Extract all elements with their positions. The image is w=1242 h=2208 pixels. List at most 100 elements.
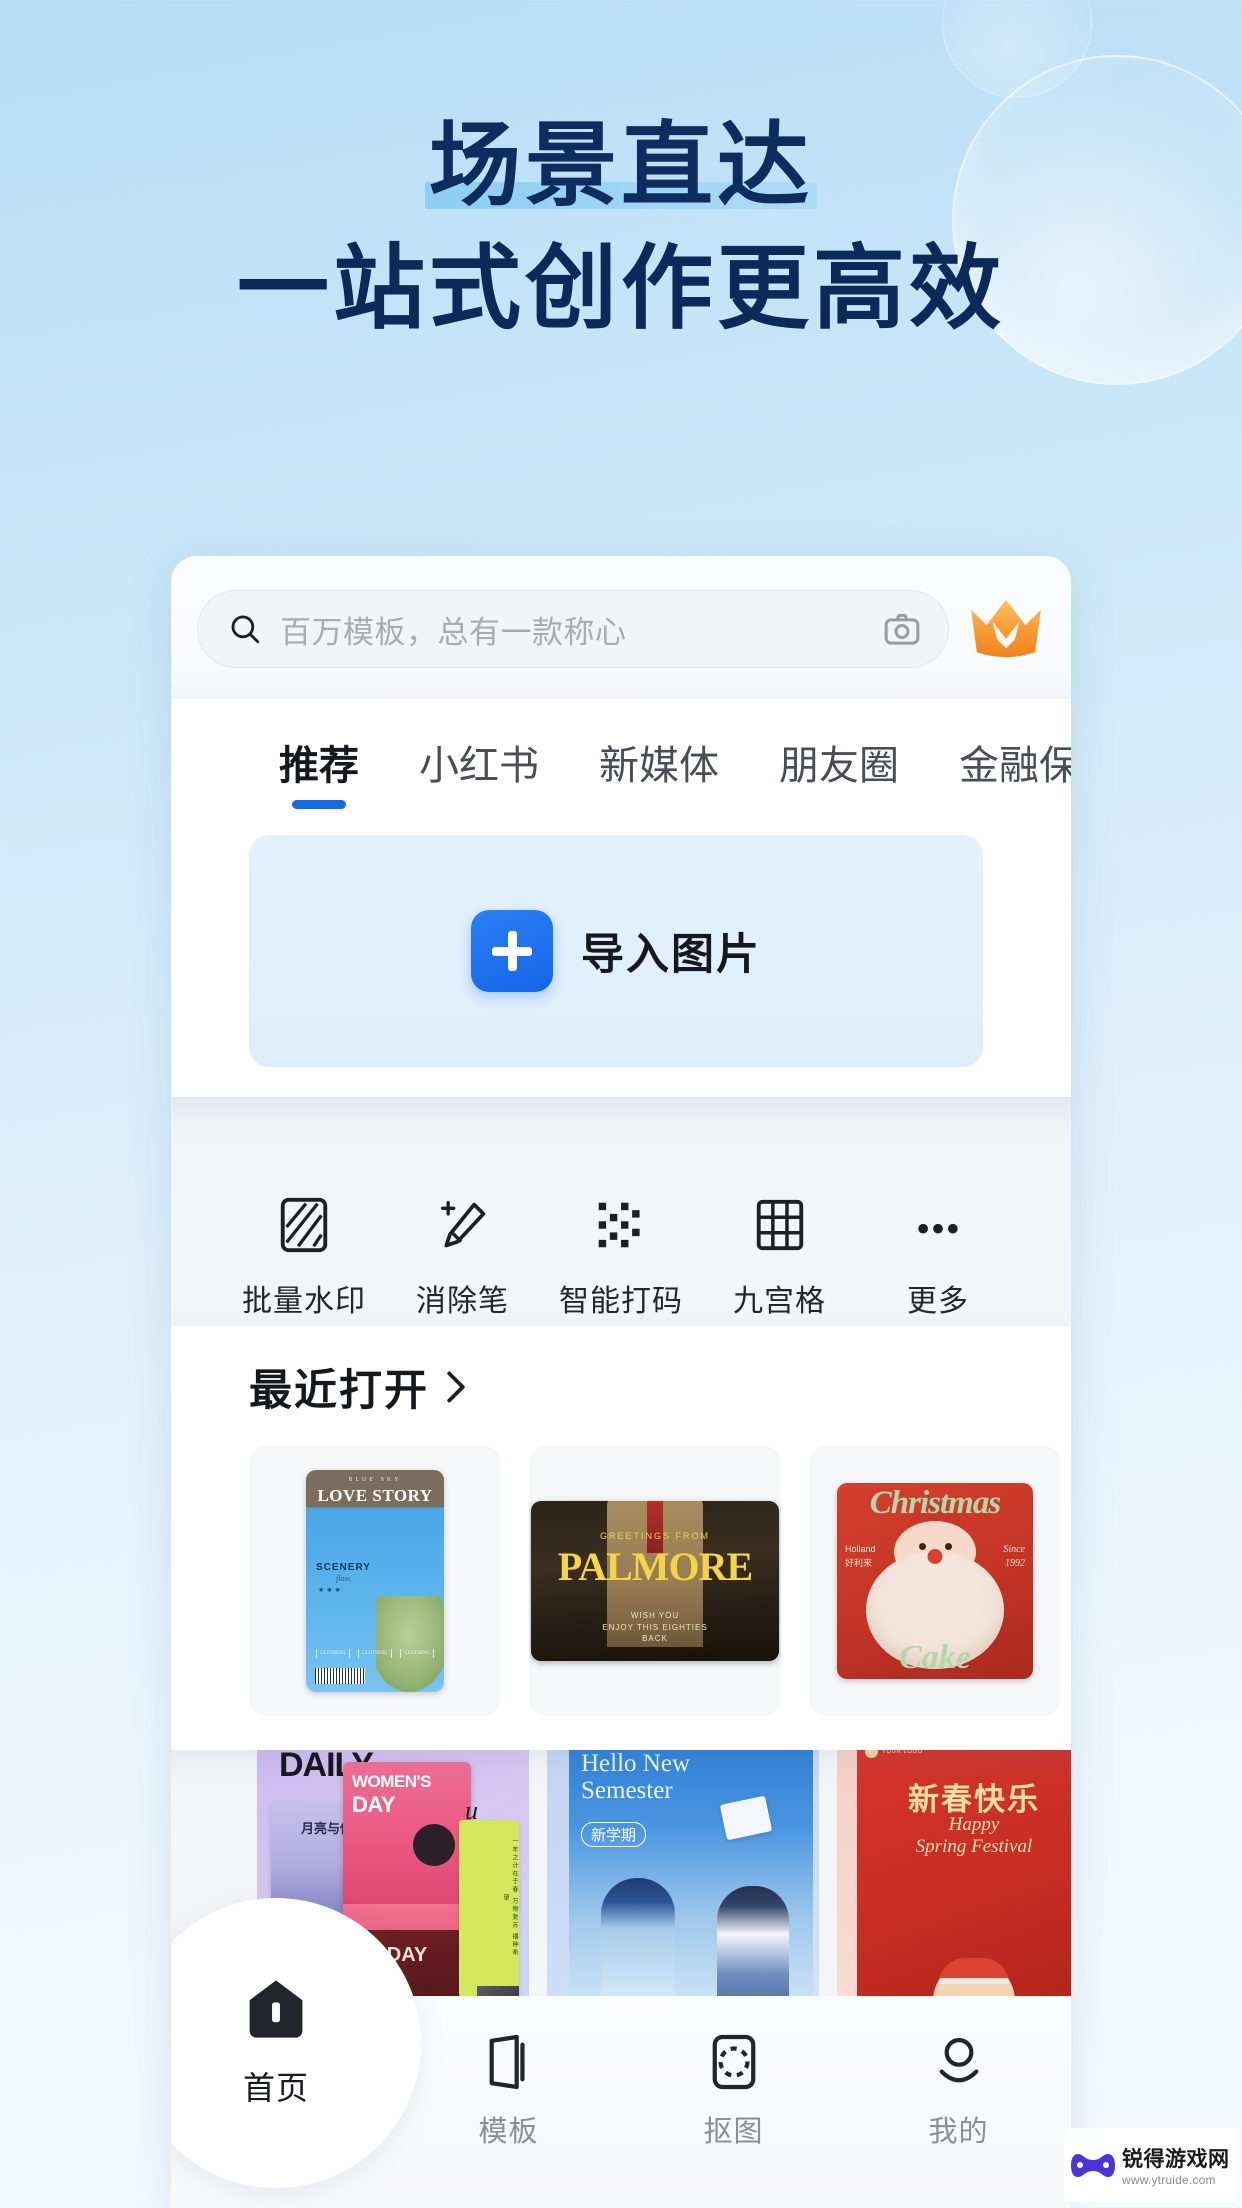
poster-title: Christmas	[869, 1485, 1001, 1521]
tab-moments[interactable]: 朋友圈	[749, 733, 929, 807]
profile-icon	[934, 2030, 984, 2094]
cutout-icon	[709, 2030, 759, 2094]
poster-since-year: 1992	[1005, 1558, 1025, 1569]
recent-thumbnails-row: BLUE SKY LOVE STORY SCENERY flow. ★★★ CL…	[171, 1418, 1071, 1716]
pick-card-spring-festival[interactable]: YOUR LOGO 新春快乐 Happy Spring Festival	[837, 1724, 1071, 2024]
recent-thumb-3[interactable]: Christmas Holland 好利来 Since 1992 Cake	[809, 1446, 1061, 1716]
tool-label: 批量水印	[242, 1285, 366, 1318]
nav-item-profile[interactable]: 我的	[846, 2030, 1071, 2150]
poster-since: Since 1992	[1003, 1543, 1025, 1571]
poster-greeting: GREETINGS FROM	[599, 1531, 710, 1541]
search-icon	[231, 615, 260, 644]
tab-label: 小红书	[419, 744, 539, 788]
mini-poster-line-1: WOMEN'S	[352, 1772, 431, 1791]
phone-mockup: 百万模板，总有一款称心 批量水印 消除笔 智能打码 九宫格 更多 DAILY 月…	[171, 556, 1071, 2208]
palmore-poster: GREETINGS FROM PALMORE WISH YOU ENJOY TH…	[531, 1501, 779, 1661]
mini-poster-letter: u	[465, 1796, 478, 1825]
tool-batch-watermark[interactable]: 批量水印	[229, 1196, 379, 1320]
mini-poster-line-2: DAY	[352, 1792, 395, 1817]
plus-icon	[471, 910, 553, 992]
poster-title: LOVE STORY	[317, 1486, 433, 1505]
semester-title-line-2: Semester	[581, 1777, 673, 1804]
watermark-text: 锐得游戏网 www.ytruide.com	[1122, 2143, 1230, 2187]
headline-line-2: 一站式创作更高效	[236, 234, 1005, 342]
import-image-button[interactable]: 导入图片	[249, 835, 983, 1067]
recent-opened-header[interactable]: 最近打开	[171, 1356, 1071, 1418]
nav-item-templates[interactable]: 模板	[396, 2030, 621, 2150]
recent-opened-card: 最近打开 BLUE SKY LOVE STORY SCENERY flow. ★…	[171, 1326, 1071, 1750]
pick-card-new-semester[interactable]: Hello New Semester 新学期	[547, 1724, 819, 2024]
mascot-hat-shape	[939, 1958, 1009, 1984]
search-row: 百万模板，总有一款称心	[171, 588, 1071, 670]
mosaic-icon	[595, 1196, 647, 1254]
semester-poster: Hello New Semester 新学期	[569, 1740, 813, 2024]
tab-label: 新媒体	[599, 744, 719, 788]
poster-subtitle: SCENERY	[316, 1562, 371, 1573]
tool-nine-grid[interactable]: 九宫格	[705, 1196, 855, 1320]
tab-active-indicator	[292, 800, 346, 809]
poster-brand: Holland 好利来	[845, 1543, 876, 1570]
love-story-poster: BLUE SKY LOVE STORY SCENERY flow. ★★★ CL…	[306, 1470, 444, 1692]
poster-title-cn: 新春快乐	[908, 1782, 1040, 1817]
tab-new-media[interactable]: 新媒体	[569, 733, 749, 807]
tree-shape	[376, 1596, 444, 1692]
poster-script-text: flow.	[336, 1574, 352, 1583]
poster-badge: CLOTHING	[358, 1649, 392, 1658]
person-head-shape	[413, 1824, 455, 1866]
template-icon	[484, 2030, 534, 2094]
camera-icon[interactable]	[882, 609, 922, 649]
poster-badges: CLOTHING CLOTHING CLOTHING	[312, 1649, 438, 1658]
tab-label: 朋友圈	[779, 744, 899, 788]
christmas-cake-poster: Christmas Holland 好利来 Since 1992 Cake	[837, 1483, 1033, 1679]
category-overlay-card: 推荐 小红书 新媒体 朋友圈 金融保险 导入图片	[171, 699, 1071, 1097]
search-input[interactable]: 百万模板，总有一款称心	[197, 590, 949, 668]
poster-top-label: BLUE SKY	[348, 1477, 402, 1483]
nav-item-cutout[interactable]: 抠图	[621, 2030, 846, 2150]
tab-recommend[interactable]: 推荐	[249, 733, 389, 809]
nav-label: 模板	[478, 2116, 539, 2148]
poster-brand-en: Holland	[845, 1544, 876, 1554]
tab-xiaohongshu[interactable]: 小红书	[389, 733, 569, 807]
poster-subtitle-line-2: ENJOY THIS EIGHTIES	[602, 1622, 708, 1632]
gamepad-icon	[1071, 2154, 1115, 2177]
recent-thumb-2[interactable]: GREETINGS FROM PALMORE WISH YOU ENJOY TH…	[529, 1446, 781, 1716]
ellipsis-icon	[912, 1196, 964, 1254]
grid-icon	[754, 1196, 806, 1254]
watermark-url: www.ytruide.com	[1122, 2173, 1216, 2187]
poster-title-en-2: Spring Festival	[915, 1836, 1033, 1857]
tool-label: 智能打码	[559, 1285, 683, 1318]
tab-label: 推荐	[279, 744, 359, 788]
tool-eraser-pen[interactable]: 消除笔	[388, 1196, 538, 1320]
poster-title: PALMORE	[557, 1544, 753, 1589]
chevron-right-icon	[447, 1371, 465, 1403]
poster-badge: CLOTHING	[316, 1649, 350, 1658]
tab-finance-insurance[interactable]: 金融保险	[929, 733, 1071, 807]
recent-opened-title: 最近打开	[249, 1367, 429, 1415]
search-placeholder-text: 百万模板，总有一款称心	[280, 614, 627, 650]
poster-stars: ★★★	[318, 1586, 343, 1594]
nav-label: 抠图	[703, 2116, 764, 2148]
recent-thumb-1[interactable]: BLUE SKY LOVE STORY SCENERY flow. ★★★ CL…	[249, 1446, 501, 1716]
semester-tag: 新学期	[581, 1822, 647, 1847]
book-shape	[719, 1795, 773, 1841]
tool-more[interactable]: 更多	[863, 1196, 1013, 1320]
import-image-label: 导入图片	[581, 931, 761, 979]
spring-festival-poster: YOUR LOGO 新春快乐 Happy Spring Festival	[857, 1738, 1071, 2024]
quick-tools-row: 批量水印 消除笔 智能打码 九宫格 更多	[171, 1196, 1071, 1320]
watermark-name: 锐得游戏网	[1122, 2148, 1230, 2171]
magic-pen-icon	[437, 1196, 489, 1254]
tool-smart-mosaic[interactable]: 智能打码	[546, 1196, 696, 1320]
site-watermark: 锐得游戏网 www.ytruide.com	[1064, 2128, 1236, 2202]
crown-icon[interactable]	[967, 596, 1045, 662]
poster-title-en-1: Happy	[948, 1814, 1000, 1835]
poster-badge: CLOTHING	[400, 1649, 434, 1658]
headline-line-1: 场景直达	[423, 117, 819, 215]
page-headline: 场景直达 一站式创作更高效	[0, 117, 1242, 342]
tool-label: 九宫格	[733, 1285, 826, 1318]
mini-poster-green: u 一年之计在于春 万物复苏 播种希望	[459, 1796, 519, 1998]
home-icon	[243, 1977, 309, 2041]
poster-since-label: Since	[1003, 1544, 1025, 1555]
poster-subtitle-line-3: BACK	[642, 1634, 668, 1644]
decorative-bubble-small	[942, 0, 1092, 98]
semester-title: Hello New Semester	[581, 1750, 690, 1804]
